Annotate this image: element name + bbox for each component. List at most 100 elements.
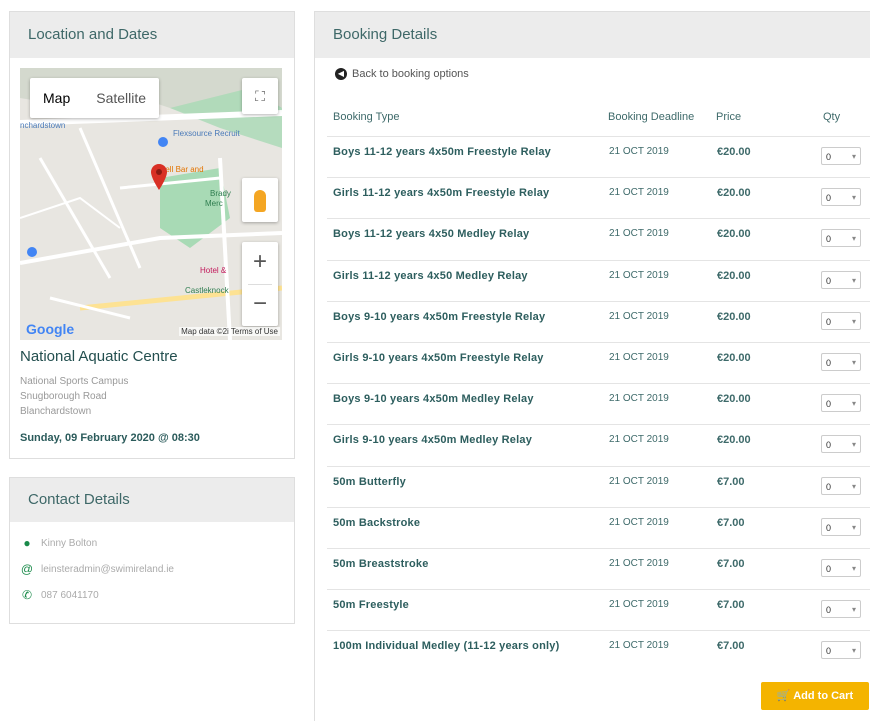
booking-price: €20.00: [717, 434, 751, 447]
chevron-down-icon: ▾: [851, 358, 856, 367]
contact-email[interactable]: leinsteradmin@swimireland.ie: [41, 564, 174, 575]
qty-value: 0: [826, 646, 832, 657]
back-link-label: Back to booking options: [352, 68, 469, 80]
qty-select[interactable]: 0 ▾: [821, 229, 861, 248]
pegman-icon[interactable]: [242, 178, 278, 222]
event-date: Sunday, 09 February 2020 @ 08:30: [20, 432, 200, 444]
qty-select[interactable]: 0 ▾: [821, 311, 861, 330]
table-row: 50m Freestyle 21 OCT 2019 €7.00 0 ▾: [327, 589, 870, 631]
qty-value: 0: [826, 358, 832, 368]
qty-value: 0: [826, 234, 832, 245]
svg-text:Brady: Brady: [210, 189, 231, 198]
booking-deadline: 21 OCT 2019: [609, 187, 669, 199]
map-tab-map[interactable]: Map: [30, 78, 83, 118]
qty-select[interactable]: 0 ▾: [821, 476, 861, 495]
table-row: Boys 11-12 years 4x50m Freestyle Relay 21…: [327, 136, 870, 178]
table-row: 100m Individual Medley (11-12 years only…: [327, 630, 870, 672]
qty-value: 0: [826, 275, 832, 286]
booking-deadline: 21 OCT 2019: [609, 434, 669, 446]
qty-select[interactable]: 0 ▾: [821, 353, 861, 371]
map-data-terms[interactable]: Map data ©2i Terms of Use: [179, 327, 280, 336]
map[interactable]: nchardstown Flexsource Recruit Bell Bar …: [20, 68, 282, 340]
fullscreen-icon[interactable]: ⛶: [242, 78, 278, 114]
map-type-tabs: Map Satellite: [30, 78, 160, 118]
add-to-cart-button[interactable]: 🛒 Add to Cart: [761, 682, 869, 710]
booking-type: Girls 11-12 years 4x50m Freestyle Relay: [333, 187, 550, 200]
table-row: Boys 11-12 years 4x50 Medley Relay 21 OCT…: [327, 218, 870, 260]
chevron-down-icon: ▾: [851, 646, 856, 656]
location-panel-title: Location and Dates: [10, 12, 294, 58]
google-logo: Google: [26, 321, 75, 337]
qty-select[interactable]: 0 ▾: [821, 559, 861, 577]
booking-price: €20.00: [717, 228, 751, 241]
qty-select[interactable]: 0 ▾: [821, 435, 861, 454]
booking-type: Boys 11-12 years 4x50m Freestyle Relay: [333, 146, 551, 158]
contact-name: Kinny Bolton: [41, 537, 98, 549]
booking-price: €7.00: [717, 558, 745, 570]
phone-icon: ✆: [21, 588, 33, 602]
booking-type: Boys 9-10 years 4x50m Freestyle Relay: [333, 310, 546, 323]
table-row: 50m Breaststroke 21 OCT 2019 €7.00 0 ▾: [327, 548, 870, 590]
chevron-down-icon: ▾: [851, 193, 856, 203]
chevron-down-icon: ▾: [851, 481, 856, 491]
map-poi-icon: [158, 137, 168, 147]
qty-select[interactable]: 0 ▾: [821, 517, 861, 536]
booking-price: €20.00: [717, 269, 751, 282]
qty-value: 0: [826, 316, 832, 327]
cart-icon: 🛒: [776, 690, 791, 702]
qty-select[interactable]: 0 ▾: [821, 147, 861, 165]
qty-select[interactable]: 0 ▾: [821, 394, 861, 413]
booking-price: €7.00: [717, 640, 745, 653]
qty-select[interactable]: 0 ▾: [821, 641, 861, 660]
add-to-cart-label: Add to Cart: [793, 690, 854, 702]
chevron-down-icon: ▾: [851, 399, 856, 409]
table-row: Girls 9-10 years 4x50m Freestyle Relay 21…: [327, 342, 870, 384]
chevron-down-icon: ▾: [851, 605, 856, 615]
svg-text:Flexsource Recruit: Flexsource Recruit: [173, 129, 240, 138]
venue-name: National Aquatic Centre: [20, 348, 178, 365]
booking-deadline: 21 OCT 2019: [609, 310, 669, 322]
svg-text:Merc: Merc: [205, 199, 223, 208]
booking-panel-title: Booking Details: [315, 12, 870, 58]
qty-select[interactable]: 0 ▾: [821, 600, 861, 619]
booking-deadline: 21 OCT 2019: [609, 475, 669, 487]
qty-value: 0: [826, 440, 832, 451]
booking-deadline: 21 OCT 2019: [609, 516, 669, 528]
map-pin-icon[interactable]: [151, 164, 167, 190]
svg-text:Castleknock: Castleknock: [185, 286, 230, 295]
table-row: Girls 11-12 years 4x50m Freestyle Relay 2…: [327, 177, 870, 219]
booking-type: 50m Backstroke: [333, 516, 421, 529]
chevron-down-icon: ▾: [851, 522, 856, 532]
table-row: 50m Butterfly 21 OCT 2019 €7.00 0 ▾: [327, 465, 870, 508]
booking-type: 50m Butterfly: [333, 475, 406, 488]
qty-value: 0: [826, 399, 832, 410]
back-to-booking-options-link[interactable]: ◀ Back to booking options: [335, 68, 469, 80]
qty-select[interactable]: 0 ▾: [821, 188, 861, 207]
booking-price: €7.00: [717, 475, 745, 488]
qty-value: 0: [826, 522, 832, 533]
booking-deadline: 21 OCT 2019: [609, 228, 669, 240]
map-tab-satellite[interactable]: Satellite: [83, 78, 159, 118]
zoom-in-button[interactable]: +: [242, 242, 278, 284]
address-line-1: National Sports Campus: [20, 376, 129, 387]
booking-type: 50m Freestyle: [333, 599, 409, 612]
booking-deadline: 21 OCT 2019: [609, 146, 669, 157]
contact-phone[interactable]: 087 6041170: [41, 590, 99, 601]
booking-type: Girls 11-12 years 4x50 Medley Relay: [333, 269, 528, 282]
booking-price: €20.00: [717, 310, 751, 323]
table-row: Girls 11-12 years 4x50 Medley Relay 21 OC…: [327, 259, 870, 302]
booking-deadline: 21 OCT 2019: [609, 599, 669, 611]
table-row: 50m Backstroke 21 OCT 2019 €7.00 0 ▾: [327, 506, 870, 549]
header-qty: Qty: [823, 111, 841, 123]
booking-price: €20.00: [717, 393, 751, 406]
chevron-down-icon: ▾: [851, 152, 856, 161]
chevron-down-icon: ▾: [851, 234, 856, 244]
booking-price: €20.00: [717, 146, 751, 158]
booking-deadline: 21 OCT 2019: [609, 393, 669, 405]
contact-email-row: @ leinsteradmin@swimireland.ie: [20, 562, 174, 576]
qty-select[interactable]: 0 ▾: [821, 270, 861, 289]
table-row: Girls 9-10 years 4x50m Medley Relay 21 OC…: [327, 424, 870, 466]
booking-price: €7.00: [717, 516, 745, 529]
booking-deadline: 21 OCT 2019: [609, 558, 669, 569]
location-panel: Location and Dates nchardstown Flexsourc…: [9, 11, 295, 459]
